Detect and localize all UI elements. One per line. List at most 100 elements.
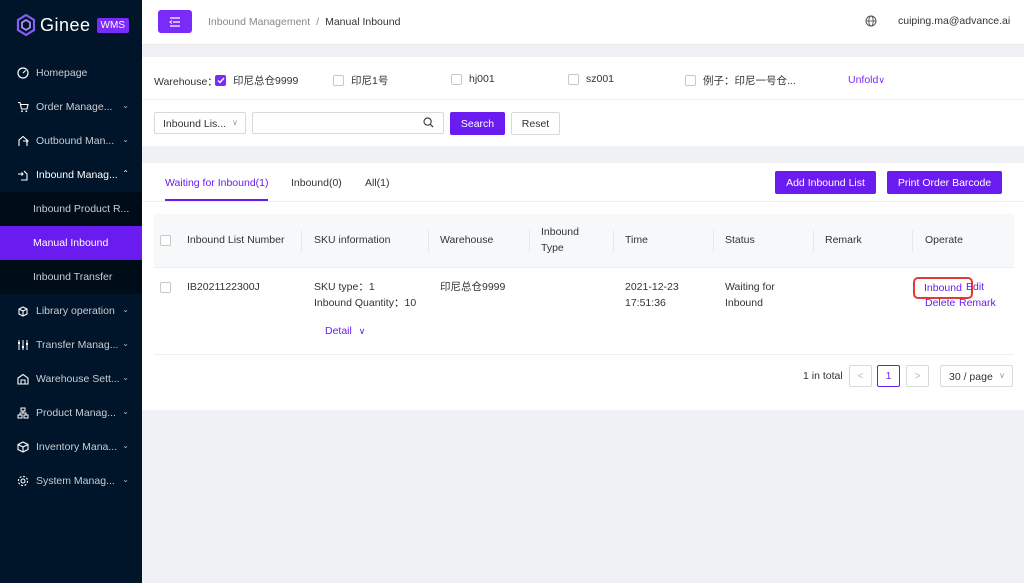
table-row: IB2021122300J SKU type：1 Inbound Quantit… <box>154 269 1014 355</box>
sidebar-item-inbound-management[interactable]: Inbound Manag... ⌃ <box>0 158 142 192</box>
sidebar-item-label: Inventory Mana... <box>36 441 118 453</box>
inbound-list-number: IB2021122300J <box>187 281 260 293</box>
user-account[interactable]: cuiping.ma@advance.ai <box>898 15 1010 27</box>
checkbox[interactable] <box>451 73 462 85</box>
sidebar-item-inbound-product-record[interactable]: Inbound Product R... <box>0 192 142 226</box>
row-checkbox[interactable] <box>160 282 171 293</box>
time-date: 2021-12-23 <box>625 281 679 293</box>
column-header-warehouse: Warehouse <box>440 234 494 246</box>
sidebar-item-order-management[interactable]: Order Manage... ⌄ <box>0 90 142 124</box>
column-separator <box>813 230 814 252</box>
inventory-icon <box>16 441 29 454</box>
sidebar-item-label: Warehouse Sett... <box>36 373 120 385</box>
sidebar-item-homepage[interactable]: Homepage <box>0 56 142 90</box>
tab-waiting-for-inbound[interactable]: Waiting for Inbound(1) <box>165 177 269 189</box>
page-size-select[interactable]: 30 / page ∨ <box>940 365 1013 387</box>
remark-action-link[interactable]: Remark <box>959 295 996 311</box>
menu-collapse-button[interactable] <box>158 10 192 33</box>
sidebar-item-inventory-management[interactable]: Inventory Mana... ⌄ <box>0 430 142 464</box>
edit-action-link[interactable]: Edit <box>966 279 984 295</box>
warehouse-option[interactable]: hj001 <box>451 73 495 85</box>
logo[interactable]: Ginee WMS <box>0 0 142 50</box>
chevron-down-icon: ⌄ <box>122 101 129 110</box>
tabs-divider <box>142 201 1024 202</box>
sidebar-item-library-operation[interactable]: Library operation ⌄ <box>0 294 142 328</box>
checkbox[interactable] <box>685 75 696 86</box>
column-header-inbound-type-line2: Type <box>541 242 564 254</box>
detail-label: Detail <box>325 325 352 337</box>
menu-fold-icon <box>169 16 180 27</box>
ginee-logo-icon <box>16 14 36 36</box>
page-size-value: 30 / page <box>949 371 993 383</box>
checkbox-checked[interactable] <box>215 75 226 86</box>
pagination-total: 1 in total <box>803 370 843 382</box>
warehouse-option[interactable]: 印尼总仓9999 <box>215 73 298 88</box>
warehouse-cell: 印尼总仓9999 <box>440 281 506 293</box>
app-name: Ginee <box>40 14 91 35</box>
inbound-icon <box>16 169 29 182</box>
tab-all[interactable]: All(1) <box>365 177 390 189</box>
search-input[interactable] <box>252 112 444 134</box>
sidebar: Ginee WMS Homepage Order Manage... ⌄ Out… <box>0 0 142 583</box>
sidebar-item-transfer-management[interactable]: Transfer Manag... ⌄ <box>0 328 142 362</box>
search-field-select[interactable]: Inbound Lis... ∨ <box>154 112 246 134</box>
add-inbound-list-button[interactable]: Add Inbound List <box>775 171 876 194</box>
chevron-down-icon: ∨ <box>232 118 238 127</box>
warehouse-option[interactable]: 印尼1号 <box>333 73 388 88</box>
delete-action-link[interactable]: Delete <box>925 295 955 311</box>
search-button[interactable]: Search <box>450 112 505 135</box>
warehouse-option[interactable]: 例子：印尼一号仓... <box>685 73 796 88</box>
detail-link[interactable]: Detail ∨ <box>325 323 365 339</box>
product-icon <box>16 407 29 420</box>
chevron-down-icon: ⌄ <box>122 475 129 484</box>
print-order-barcode-button[interactable]: Print Order Barcode <box>887 171 1002 194</box>
checkbox[interactable] <box>568 73 579 85</box>
column-header-remark: Remark <box>825 234 862 246</box>
warehouse-option[interactable]: sz001 <box>568 73 614 85</box>
column-separator <box>428 230 429 252</box>
sidebar-item-inbound-transfer[interactable]: Inbound Transfer <box>0 260 142 294</box>
library-icon <box>16 305 29 318</box>
sidebar-item-manual-inbound[interactable]: Manual Inbound <box>0 226 142 260</box>
sidebar-item-product-management[interactable]: Product Manag... ⌄ <box>0 396 142 430</box>
filter-panel: Warehouse： 印尼总仓9999 印尼1号 hj001 sz001 例子：… <box>142 57 1024 146</box>
chevron-down-icon: ⌄ <box>122 373 129 382</box>
chevron-down-icon: ∨ <box>878 75 885 85</box>
pagination-prev-button[interactable]: < <box>849 365 872 387</box>
gear-icon <box>16 475 29 488</box>
column-separator <box>713 230 714 252</box>
pagination-page-1[interactable]: 1 <box>877 365 900 387</box>
breadcrumb-separator: / <box>316 16 320 28</box>
column-header-inbound-type-line1: Inbound <box>541 226 579 238</box>
sidebar-item-outbound-management[interactable]: Outbound Man... ⌄ <box>0 124 142 158</box>
checkbox[interactable] <box>333 75 344 86</box>
reset-button[interactable]: Reset <box>511 112 560 135</box>
top-header: Inbound Management / Manual Inbound cuipin… <box>142 0 1024 45</box>
warehouse-option-label: 印尼1号 <box>351 75 389 87</box>
transfer-icon <box>16 339 29 352</box>
tab-inbound[interactable]: Inbound(0) <box>291 177 342 189</box>
sidebar-item-label: Library operation <box>36 305 115 317</box>
column-separator <box>912 230 913 252</box>
pagination-next-button[interactable]: > <box>906 365 929 387</box>
column-header-sku: SKU information <box>314 234 391 246</box>
breadcrumb-manual-inbound: Manual Inbound <box>325 16 401 28</box>
sidebar-item-system-management[interactable]: System Manag... ⌄ <box>0 464 142 498</box>
chevron-down-icon: ⌄ <box>122 407 129 416</box>
warehouse-icon <box>16 373 29 386</box>
sidebar-item-warehouse-settings[interactable]: Warehouse Sett... ⌄ <box>0 362 142 396</box>
chevron-down-icon: ∨ <box>999 371 1005 380</box>
column-separator <box>301 230 302 252</box>
divider <box>142 99 1024 100</box>
unfold-link[interactable]: Unfold∨ <box>848 74 885 86</box>
globe-icon[interactable] <box>865 15 877 27</box>
chevron-up-icon: ⌃ <box>122 169 129 178</box>
column-separator <box>613 230 614 252</box>
chevron-down-icon: ∨ <box>358 326 366 336</box>
search-icon[interactable] <box>423 117 434 128</box>
breadcrumb-inbound-management[interactable]: Inbound Management <box>208 16 310 28</box>
select-all-checkbox[interactable] <box>160 235 171 246</box>
chevron-down-icon: ⌄ <box>122 339 129 348</box>
column-separator <box>529 230 530 252</box>
warehouse-option-label: 例子：印尼一号仓... <box>703 75 796 87</box>
